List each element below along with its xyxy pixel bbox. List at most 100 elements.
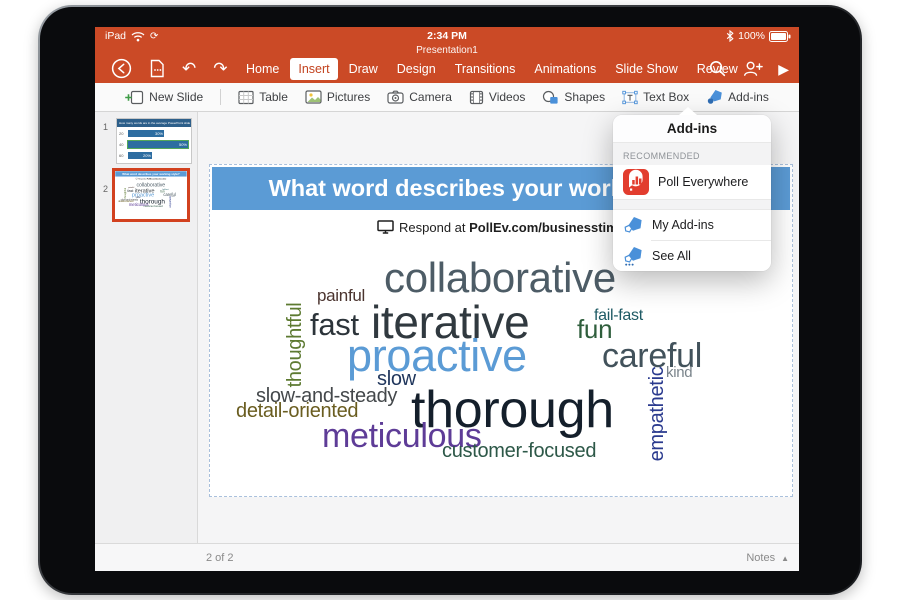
see-all-icon <box>623 246 643 266</box>
cloud-word-thoughtful: thoughtful <box>285 303 305 388</box>
powerpoint-app: iPad ⟳ 2:34 PM 100% Presentation1 ↶↷ Hom… <box>95 27 799 571</box>
sync-icon: ⟳ <box>150 31 158 42</box>
menu-caret <box>679 107 697 115</box>
thumb-chart-category: 20 <box>119 131 128 136</box>
thumb-chart-row: 40 50% <box>117 140 191 149</box>
file-export-button[interactable] <box>149 59 165 78</box>
thumb-chart-category: 60 <box>119 153 128 158</box>
toolbar-item-new-slide[interactable]: New Slide <box>125 90 203 105</box>
new-slide-icon <box>125 90 144 105</box>
page-indicator: 2 of 2 <box>206 552 234 564</box>
word-cloud: collaborativepainfuliterativefastthought… <box>115 171 187 212</box>
slide-thumbnail-2-selected[interactable]: What word describes your working style? … <box>112 168 190 222</box>
ribbon-nav: ↶ ↷ HomeInsertDrawDesignTransitionsAnimat… <box>95 54 799 83</box>
cloud-word-kind: kind <box>666 365 692 380</box>
text-box-icon <box>622 90 638 105</box>
back-button[interactable] <box>111 58 132 79</box>
toolbar-item-videos[interactable]: Videos <box>469 90 525 105</box>
toolbar-item-shapes[interactable]: Shapes <box>542 90 605 105</box>
present-play-button[interactable]: ▶ <box>778 62 789 76</box>
cloud-word-customer-focused: customer-focused <box>144 205 163 207</box>
status-bar: iPad ⟳ 2:34 PM 100% <box>95 27 799 47</box>
tab-home[interactable]: Home <box>238 58 287 80</box>
videos-icon <box>469 90 484 105</box>
tab-animations[interactable]: Animations <box>526 58 604 80</box>
cloud-word-collaborative: collaborative <box>384 257 616 299</box>
add-ins-icon <box>706 89 723 105</box>
add-person-button[interactable] <box>742 59 763 78</box>
bluetooth-icon <box>726 30 734 42</box>
menu-gap <box>613 199 771 210</box>
slide-thumbnail-1[interactable]: How many words are in the average PowerP… <box>116 118 192 164</box>
toolbar-item-label: New Slide <box>149 90 203 104</box>
cloud-word-empathetic: empathetic <box>647 367 667 462</box>
menu-item-label: See All <box>652 249 691 263</box>
toolbar-item-label: Text Box <box>643 90 689 104</box>
shapes-icon <box>542 90 559 105</box>
device-label: iPad <box>105 30 126 42</box>
toolbar-item-label: Videos <box>489 90 525 104</box>
toolbar-item-table[interactable]: Table <box>238 90 288 105</box>
tab-slide-show[interactable]: Slide Show <box>607 58 686 80</box>
ipad-frame: iPad ⟳ 2:34 PM 100% Presentation1 ↶↷ Hom… <box>38 5 862 595</box>
toolbar-item-label: Table <box>259 90 288 104</box>
tab-draw[interactable]: Draw <box>341 58 386 80</box>
tab-insert[interactable]: Insert <box>290 58 337 80</box>
thumb-chart-bar: 50% <box>128 141 188 148</box>
thumb-chart-bar: 20% <box>128 152 152 159</box>
ipad-photo: iPad ⟳ 2:34 PM 100% Presentation1 ↶↷ Hom… <box>0 0 900 600</box>
undo-button[interactable]: ↶ <box>182 60 196 77</box>
menu-item-label: Poll Everywhere <box>658 175 748 189</box>
redo-button[interactable]: ↷ <box>213 60 227 77</box>
thumb-chart-value: 30% <box>155 131 163 136</box>
slide-panel: 1 How many words are in the average Powe… <box>95 112 198 543</box>
thumb-chart-bar: 30% <box>128 130 164 137</box>
toolbar-item-text-box[interactable]: Text Box <box>622 90 689 105</box>
battery-icon <box>769 31 791 42</box>
chevron-up-icon: ▲ <box>781 554 789 563</box>
camera-icon <box>387 90 404 104</box>
cloud-word-proactive: proactive <box>347 333 527 378</box>
pictures-icon <box>305 90 322 104</box>
menu-item-label: My Add-ins <box>652 218 714 232</box>
wifi-icon <box>131 31 145 42</box>
thumb-chart-row: 60 20% <box>117 151 191 160</box>
cloud-word-customer-focused: customer-focused <box>442 441 596 461</box>
app-header: iPad ⟳ 2:34 PM 100% Presentation1 ↶↷ Hom… <box>95 27 799 83</box>
menu-item-my-add-ins[interactable]: My Add-ins <box>613 210 771 240</box>
toolbar-divider <box>220 89 221 105</box>
slide-1-number: 1 <box>103 122 108 132</box>
toolbar-item-add-ins[interactable]: Add-ins <box>706 89 769 105</box>
ribbon-tabs: HomeInsertDrawDesignTransitionsAnimation… <box>238 54 746 83</box>
thumb-chart-value: 50% <box>179 142 187 147</box>
my-add-ins-icon <box>623 216 643 235</box>
cloud-word-kind: kind <box>171 196 174 198</box>
cloud-word-painful: painful <box>317 287 365 304</box>
thumb-chart-category: 40 <box>119 142 128 147</box>
menu-title: Add-ins <box>613 115 771 143</box>
add-ins-menu: Add-ins RECOMMENDED Poll Everywhere My A… <box>613 115 771 271</box>
notes-toggle[interactable]: Notes ▲ <box>746 552 789 564</box>
cloud-word-thoughtful: thoughtful <box>124 188 126 198</box>
toolbar-item-label: Pictures <box>327 90 370 104</box>
menu-item-poll-everywhere[interactable]: Poll Everywhere <box>613 165 771 199</box>
notes-label: Notes <box>746 552 775 564</box>
thumb-chart-title: How many words are in the average PowerP… <box>117 119 191 127</box>
table-icon <box>238 90 254 105</box>
poll-everywhere-icon <box>623 169 649 195</box>
thumb-chart-row: 20 30% <box>117 129 191 138</box>
toolbar-item-label: Camera <box>409 90 452 104</box>
tab-transitions[interactable]: Transitions <box>447 58 524 80</box>
slide-2-number: 2 <box>103 184 108 194</box>
battery-percent: 100% <box>738 30 765 42</box>
search-button[interactable] <box>708 59 727 78</box>
thumb-chart-value: 20% <box>143 153 151 158</box>
clock: 2:34 PM <box>427 30 467 42</box>
tab-design[interactable]: Design <box>389 58 444 80</box>
toolbar-item-pictures[interactable]: Pictures <box>305 90 370 104</box>
cloud-word-empathetic: empathetic <box>169 196 171 208</box>
toolbar-item-camera[interactable]: Camera <box>387 90 452 104</box>
section-label: RECOMMENDED <box>613 143 771 165</box>
menu-item-see-all[interactable]: See All <box>613 241 771 271</box>
toolbar-item-label: Add-ins <box>728 90 769 104</box>
